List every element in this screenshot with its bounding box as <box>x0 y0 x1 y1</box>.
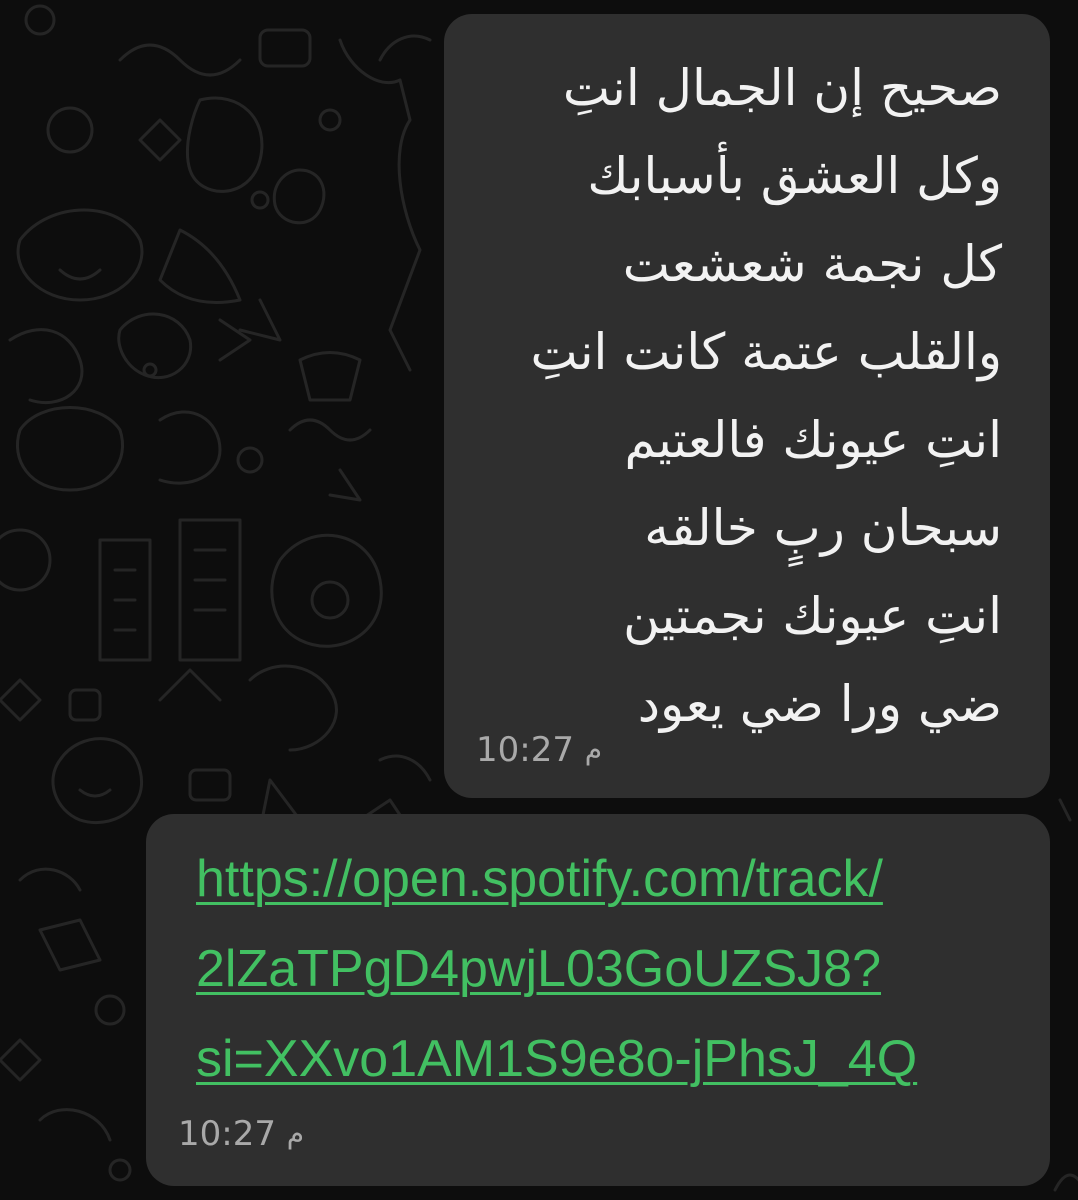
spotify-track-link[interactable]: https://open.spotify.com/track/ 2lZaTPgD… <box>196 834 1026 1104</box>
timestamp-meridiem: م <box>584 733 603 766</box>
link-line[interactable]: 2lZaTPgD4pwjL03GoUZSJ8? <box>196 924 1026 1014</box>
poem-line: كل نجمة شعشعت <box>622 235 1002 293</box>
timestamp-meridiem: م <box>286 1117 305 1150</box>
poem-line: انتِ عيونك نجمتين <box>623 587 1002 645</box>
poem-line: سبحان ربٍ خالقه <box>644 499 1002 557</box>
message-bubble-poem[interactable]: صحيح إن الجمال انتِ وكل العشق بأسبابك كل… <box>444 14 1050 798</box>
poem-line: انتِ عيونك فالعتيم <box>624 411 1002 469</box>
poem-text: صحيح إن الجمال انتِ وكل العشق بأسبابك كل… <box>531 44 1002 748</box>
chat-screen: صحيح إن الجمال انتِ وكل العشق بأسبابك كل… <box>0 0 1078 1200</box>
link-line[interactable]: https://open.spotify.com/track/ <box>196 834 1026 924</box>
poem-line: وكل العشق بأسبابك <box>587 147 1002 205</box>
poem-line: والقلب عتمة كانت انتِ <box>530 323 1002 381</box>
link-line[interactable]: si=XXvo1AM1S9e8o-jPhsJ_4Q <box>196 1014 1026 1104</box>
message-bubble-link[interactable]: https://open.spotify.com/track/ 2lZaTPgD… <box>146 814 1050 1186</box>
timestamp-time: 10:27 <box>476 730 574 770</box>
timestamp-time: 10:27 <box>178 1114 276 1154</box>
message-timestamp: 10:27 م <box>178 1114 318 1154</box>
message-timestamp: 10:27 م <box>476 730 616 770</box>
poem-line: صحيح إن الجمال انتِ <box>562 59 1002 117</box>
